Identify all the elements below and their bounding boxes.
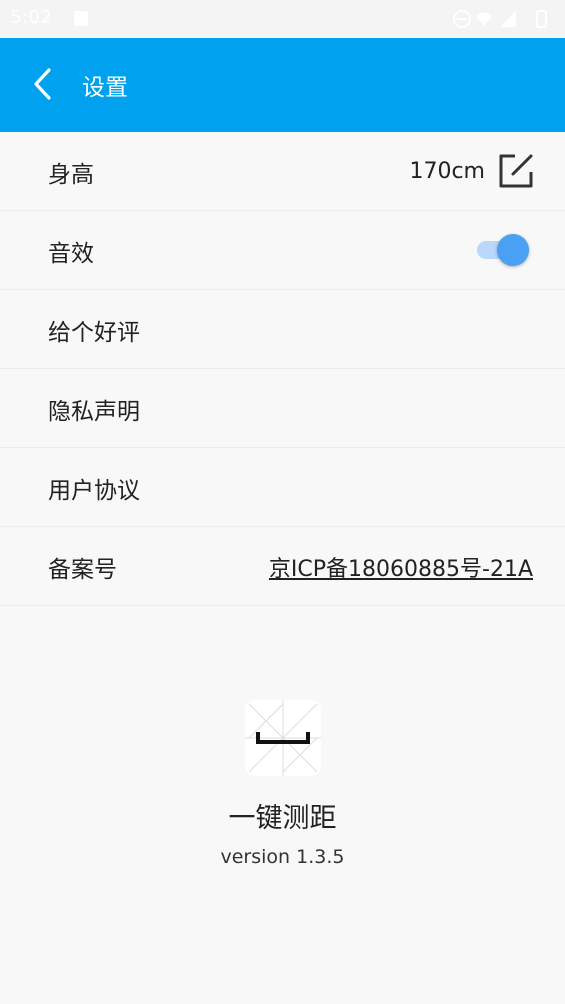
chevron-left-icon xyxy=(34,68,51,100)
rate-row[interactable]: 给个好评 xyxy=(0,290,565,369)
status-bar: 5:02 xyxy=(0,0,565,38)
app-name: 一键测距 xyxy=(228,803,337,834)
beian-label: 备案号 xyxy=(48,556,117,583)
signal-icon xyxy=(500,11,516,27)
rate-label: 给个好评 xyxy=(48,319,140,346)
sound-label: 音效 xyxy=(48,240,94,267)
app-bar: 设置 xyxy=(0,38,565,132)
wifi-icon xyxy=(476,12,492,26)
status-time: 5:02 xyxy=(10,7,53,28)
ruler-logo-icon xyxy=(244,700,321,776)
edit-height-button[interactable] xyxy=(497,152,535,190)
notification-icon xyxy=(74,11,88,26)
agreement-label: 用户协议 xyxy=(48,477,140,504)
privacy-label: 隐私声明 xyxy=(48,398,140,425)
sound-row: 音效 xyxy=(0,211,565,290)
app-logo xyxy=(244,700,321,776)
battery-icon xyxy=(536,10,547,28)
beian-link[interactable]: 京ICP备18060885号-21A xyxy=(269,527,533,606)
toggle-thumb xyxy=(497,234,529,266)
dnd-icon xyxy=(453,10,471,28)
beian-row: 备案号 京ICP备18060885号-21A xyxy=(0,527,565,606)
height-row: 身高 170cm xyxy=(0,132,565,211)
status-icons xyxy=(452,8,557,30)
app-version: version 1.3.5 xyxy=(220,846,345,868)
sound-toggle[interactable] xyxy=(475,234,529,266)
agreement-row[interactable]: 用户协议 xyxy=(0,448,565,527)
height-label: 身高 xyxy=(48,161,94,188)
settings-list: 身高 170cm 音效 给个好评 隐私声明 用户协议 备案号 京ICP备1806… xyxy=(0,132,565,606)
page-title: 设置 xyxy=(82,75,128,101)
height-value: 170cm xyxy=(409,159,485,184)
edit-icon xyxy=(499,154,533,188)
about-section: 一键测距 version 1.3.5 xyxy=(0,700,565,868)
privacy-row[interactable]: 隐私声明 xyxy=(0,369,565,448)
back-button[interactable] xyxy=(22,60,62,108)
